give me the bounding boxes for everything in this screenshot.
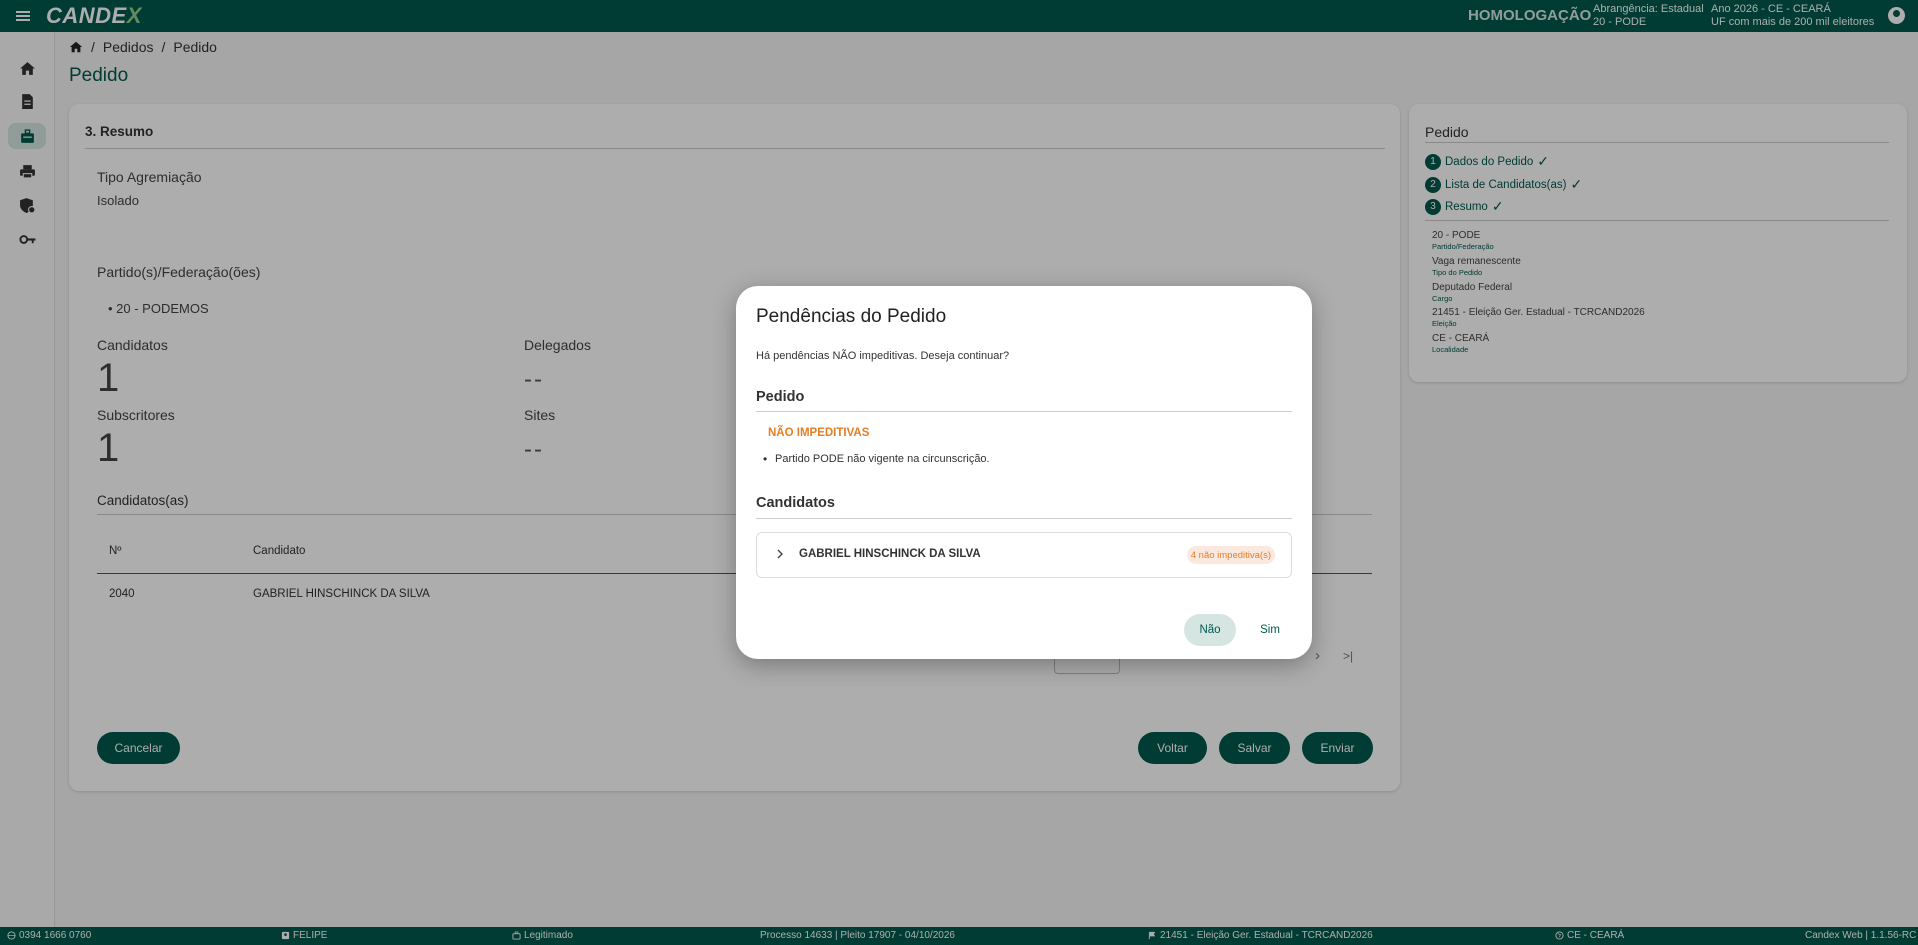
divider [756, 411, 1292, 412]
candidate-expander[interactable]: GABRIEL HINSCHINCK DA SILVA 4 não impedi… [756, 532, 1292, 578]
chevron-right-icon[interactable] [773, 547, 787, 561]
pending-count-badge: 4 não impeditiva(s) [1186, 546, 1275, 564]
no-button[interactable]: Não [1184, 614, 1236, 646]
non-blocking-heading: NÃO IMPEDITIVAS [768, 427, 870, 439]
yes-button[interactable]: Sim [1244, 614, 1296, 646]
dialog-title: Pendências do Pedido [756, 306, 947, 327]
pedido-heading: Pedido [756, 389, 805, 405]
pending-item: Partido PODE não vigente na circunscriçã… [763, 452, 990, 466]
divider [756, 518, 1292, 519]
pending-issues-dialog: Pendências do Pedido Há pendências NÃO i… [736, 286, 1312, 659]
candidatos-heading: Candidatos [756, 495, 835, 511]
candidate-name: GABRIEL HINSCHINCK DA SILVA [799, 548, 981, 560]
dialog-question: Há pendências NÃO impeditivas. Deseja co… [756, 350, 1010, 362]
